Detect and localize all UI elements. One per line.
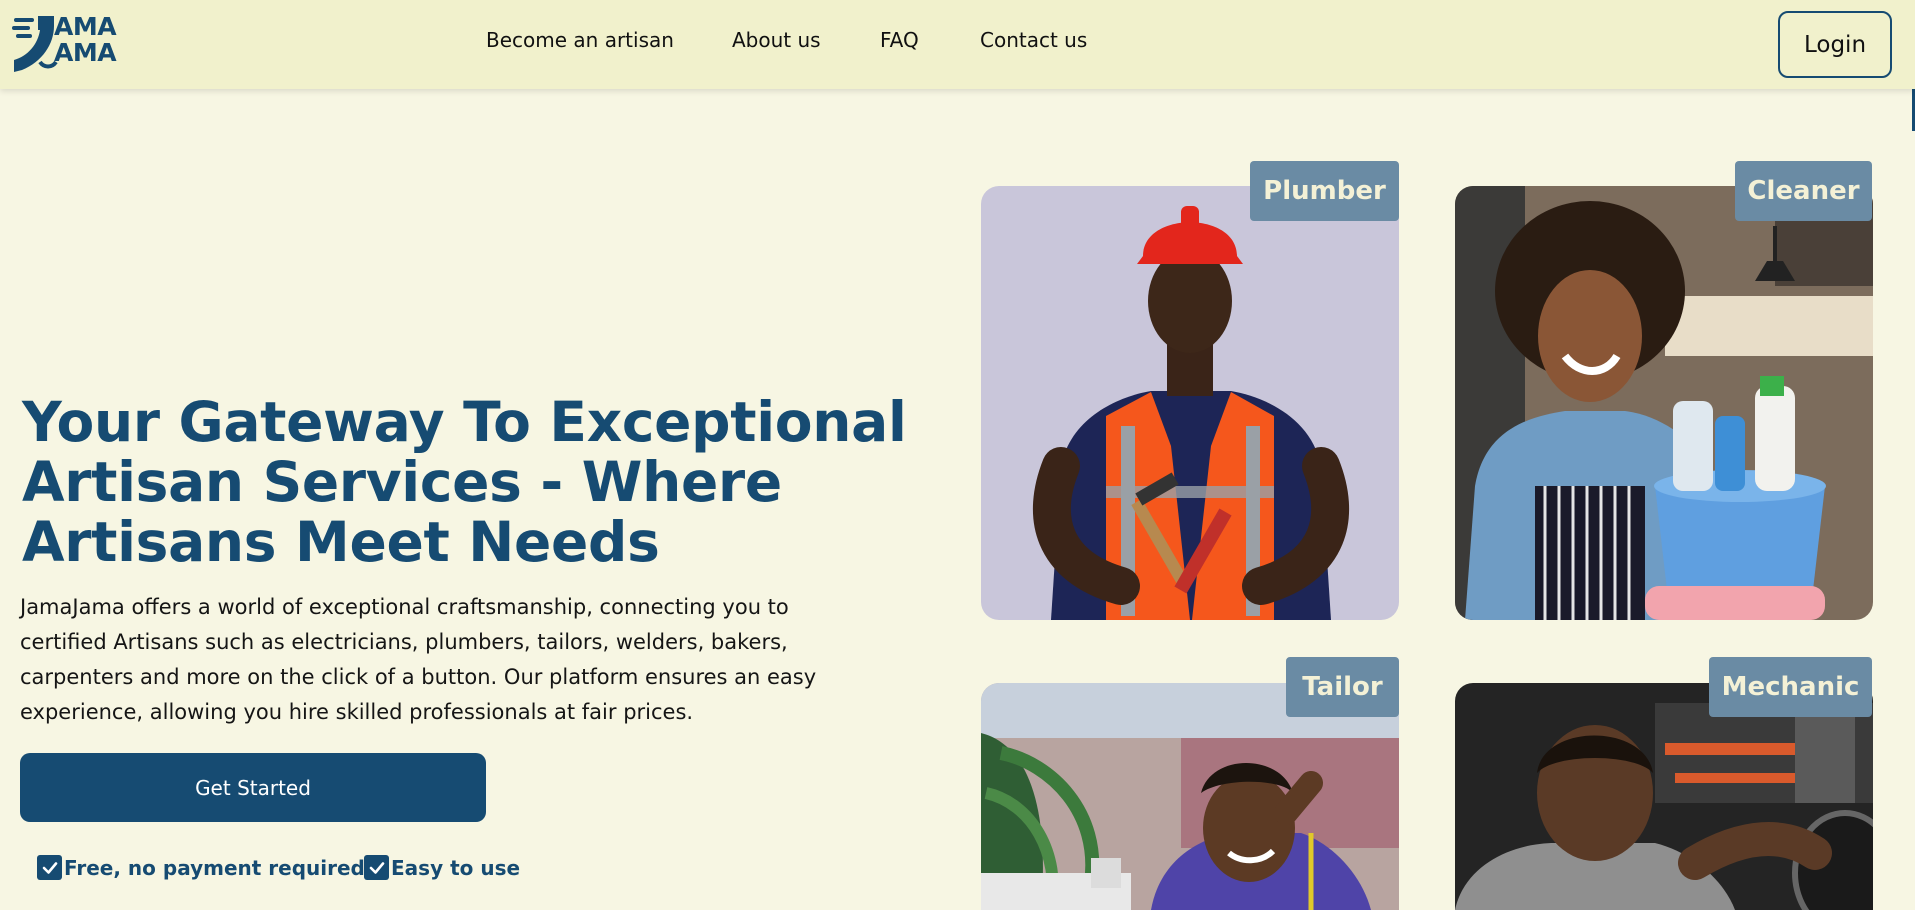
logo-wordmark: AMA AMA: [54, 12, 117, 67]
artisan-card-tailor[interactable]: [981, 683, 1399, 910]
feature-easy-label: Easy to use: [391, 855, 521, 880]
get-started-button[interactable]: Get Started: [20, 753, 486, 822]
hero-title: Your Gateway To Exceptional Artisan Serv…: [22, 390, 907, 574]
checkmark-icon: [364, 855, 389, 880]
hero-description: JamaJama offers a world of exceptional c…: [20, 595, 817, 724]
feature-free: Free, no payment required!: [37, 855, 374, 880]
feature-free-label: Free, no payment required!: [64, 855, 374, 880]
nav-become-artisan[interactable]: Become an artisan: [486, 28, 674, 52]
tailor-photo: [981, 683, 1399, 910]
jamajama-logo[interactable]: AMA AMA: [12, 14, 152, 78]
plumber-photo: [981, 186, 1399, 620]
checkmark-icon: [37, 855, 62, 880]
artisan-card-plumber[interactable]: [981, 186, 1399, 620]
card-tag-mechanic: Mechanic: [1709, 657, 1872, 717]
artisan-card-cleaner[interactable]: [1455, 186, 1873, 620]
logo-line-1: AMA: [54, 12, 117, 41]
login-button[interactable]: Login: [1778, 11, 1892, 78]
nav-faq[interactable]: FAQ: [880, 28, 919, 52]
nav-contact-us[interactable]: Contact us: [980, 28, 1087, 52]
mechanic-photo: [1455, 683, 1873, 910]
card-tag-tailor: Tailor: [1286, 657, 1399, 717]
nav-about-us[interactable]: About us: [732, 28, 821, 52]
card-tag-cleaner: Cleaner: [1735, 161, 1872, 221]
top-navbar: AMA AMA Become an artisan About us FAQ C…: [0, 0, 1915, 89]
feature-easy: Easy to use: [364, 855, 520, 880]
card-tag-plumber: Plumber: [1250, 161, 1399, 221]
logo-line-2: AMA: [54, 38, 117, 67]
cleaner-photo: [1455, 186, 1873, 620]
artisan-card-mechanic[interactable]: [1455, 683, 1873, 910]
